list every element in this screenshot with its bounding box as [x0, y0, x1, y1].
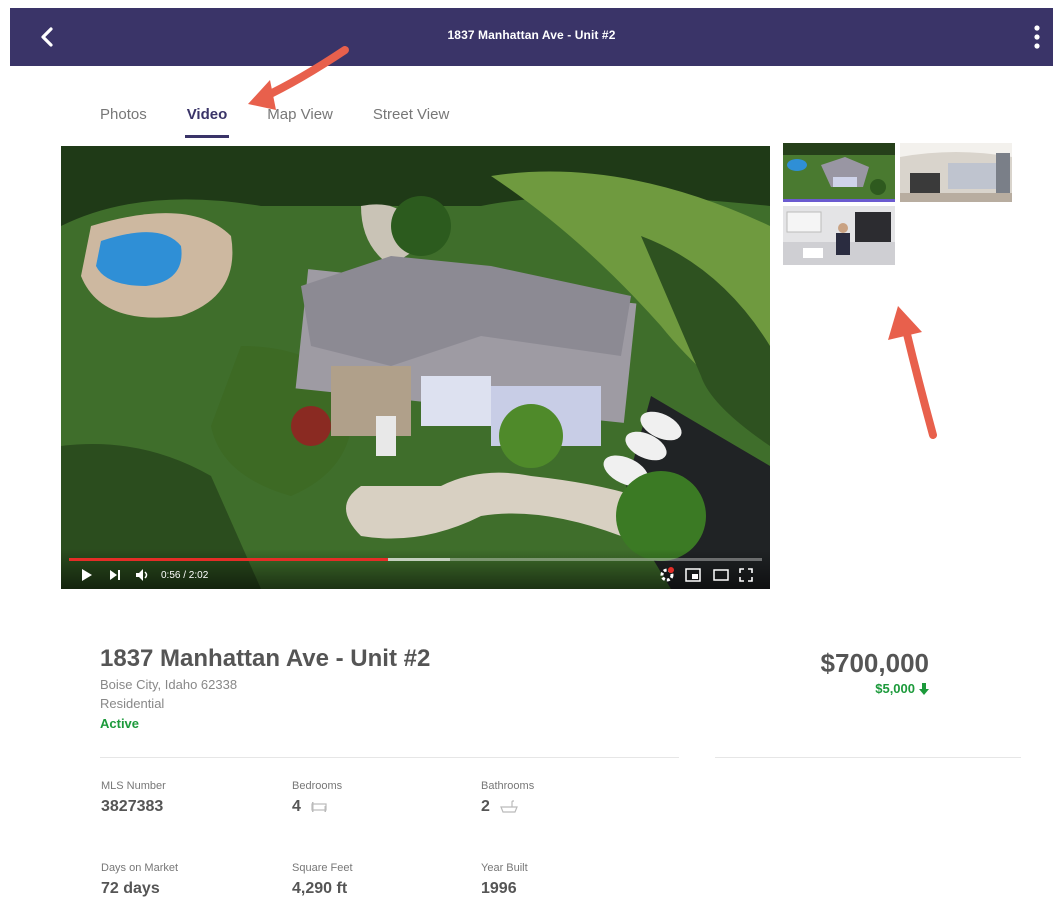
fact-label: Square Feet — [292, 862, 353, 874]
next-icon — [110, 570, 120, 580]
aerial-house-thumbnail[interactable] — [783, 143, 895, 202]
next-button[interactable] — [109, 567, 121, 583]
fact-label: Year Built — [481, 862, 528, 874]
fact-label: Bedrooms — [292, 780, 343, 792]
arrow-down-icon — [919, 682, 929, 695]
top-app-bar: 1837 Manhattan Ave - Unit #2 — [10, 8, 1053, 66]
theater-icon — [713, 569, 729, 581]
fullscreen-icon — [739, 568, 753, 582]
fact-square-feet: Square Feet 4,290 ft — [292, 862, 472, 898]
divider-right — [715, 757, 1021, 758]
tab-video[interactable]: Video — [184, 104, 229, 138]
fact-days-on-market: Days on Market 72 days — [101, 862, 281, 898]
price-change-amount: $5,000 — [875, 681, 915, 696]
fact-value: 3827383 — [101, 798, 281, 816]
listing-address: 1837 Manhattan Ave - Unit #2 — [100, 645, 431, 672]
fact-value-text: 3827383 — [101, 798, 164, 815]
fact-bedrooms: Bedrooms 4 — [292, 780, 472, 816]
settings-button[interactable] — [659, 567, 675, 583]
kitchen-agent-thumbnail-image — [783, 206, 895, 265]
interior-living-thumbnail-image — [900, 143, 1012, 202]
fullscreen-button[interactable] — [739, 567, 753, 583]
fact-value-text: 1996 — [481, 880, 517, 897]
fact-value: 2 — [481, 798, 661, 816]
fact-mls-number: MLS Number 3827383 — [101, 780, 281, 816]
settings-icon — [660, 567, 674, 582]
volume-button[interactable] — [135, 567, 151, 583]
listing-price: $700,000 — [820, 648, 929, 678]
fact-bathrooms: Bathrooms 2 — [481, 780, 661, 816]
status-badge: Active — [100, 716, 140, 731]
divider-left — [100, 757, 679, 758]
video-player[interactable]: 0:56 / 2:02 — [61, 146, 770, 589]
price-block: $700,000 $5,000 — [821, 648, 929, 696]
fact-value-text: 4 — [292, 798, 301, 815]
annotation-arrow-thumbnails — [888, 306, 937, 439]
kitchen-agent-thumbnail[interactable] — [783, 206, 895, 265]
page-title: 1837 Manhattan Ave - Unit #2 — [447, 28, 616, 42]
fact-label: Bathrooms — [481, 780, 535, 792]
fact-value: 4 — [292, 798, 472, 816]
fact-year-built: Year Built 1996 — [481, 862, 661, 898]
fact-value: 4,290 ft — [292, 880, 472, 898]
bathtub-icon — [500, 800, 518, 813]
fact-value: 72 days — [101, 880, 281, 898]
theater-button[interactable] — [713, 567, 729, 583]
overflow-menu-button[interactable] — [1027, 22, 1047, 52]
aerial-house-video-frame — [61, 146, 770, 589]
tab-street-view[interactable]: Street View — [373, 104, 449, 136]
tab-photos[interactable]: Photos — [100, 104, 147, 136]
volume-icon — [136, 569, 148, 581]
video-time-display: 0:56 / 2:02 — [161, 570, 209, 581]
miniplayer-button[interactable] — [685, 567, 701, 583]
fact-label: Days on Market — [101, 862, 179, 874]
aerial-house-thumbnail-image — [783, 143, 895, 199]
miniplayer-icon — [685, 568, 701, 582]
annotation-arrow-tabs — [248, 46, 349, 110]
video-progress-bar[interactable] — [69, 558, 762, 561]
fact-value-text: 2 — [481, 798, 490, 815]
price-change: $5,000 — [821, 681, 929, 696]
video-progress-fill — [69, 558, 388, 561]
fact-value: 1996 — [481, 880, 661, 898]
listing-summary: 1837 Manhattan Ave - Unit #2 Boise City,… — [100, 645, 430, 731]
fact-label: MLS Number — [101, 780, 166, 792]
play-icon — [82, 569, 92, 581]
bed-icon — [311, 802, 327, 812]
fact-value-text: 4,290 ft — [292, 880, 348, 897]
fact-value-text: 72 days — [101, 880, 160, 897]
listing-city-line: Boise City, Idaho 62338 — [100, 677, 238, 692]
interior-living-thumbnail[interactable] — [900, 143, 1012, 202]
play-button[interactable] — [81, 567, 93, 583]
vertical-dots-icon — [1034, 25, 1040, 49]
property-type: Residential — [100, 696, 165, 711]
video-controls-bar: 0:56 / 2:02 — [61, 549, 770, 589]
